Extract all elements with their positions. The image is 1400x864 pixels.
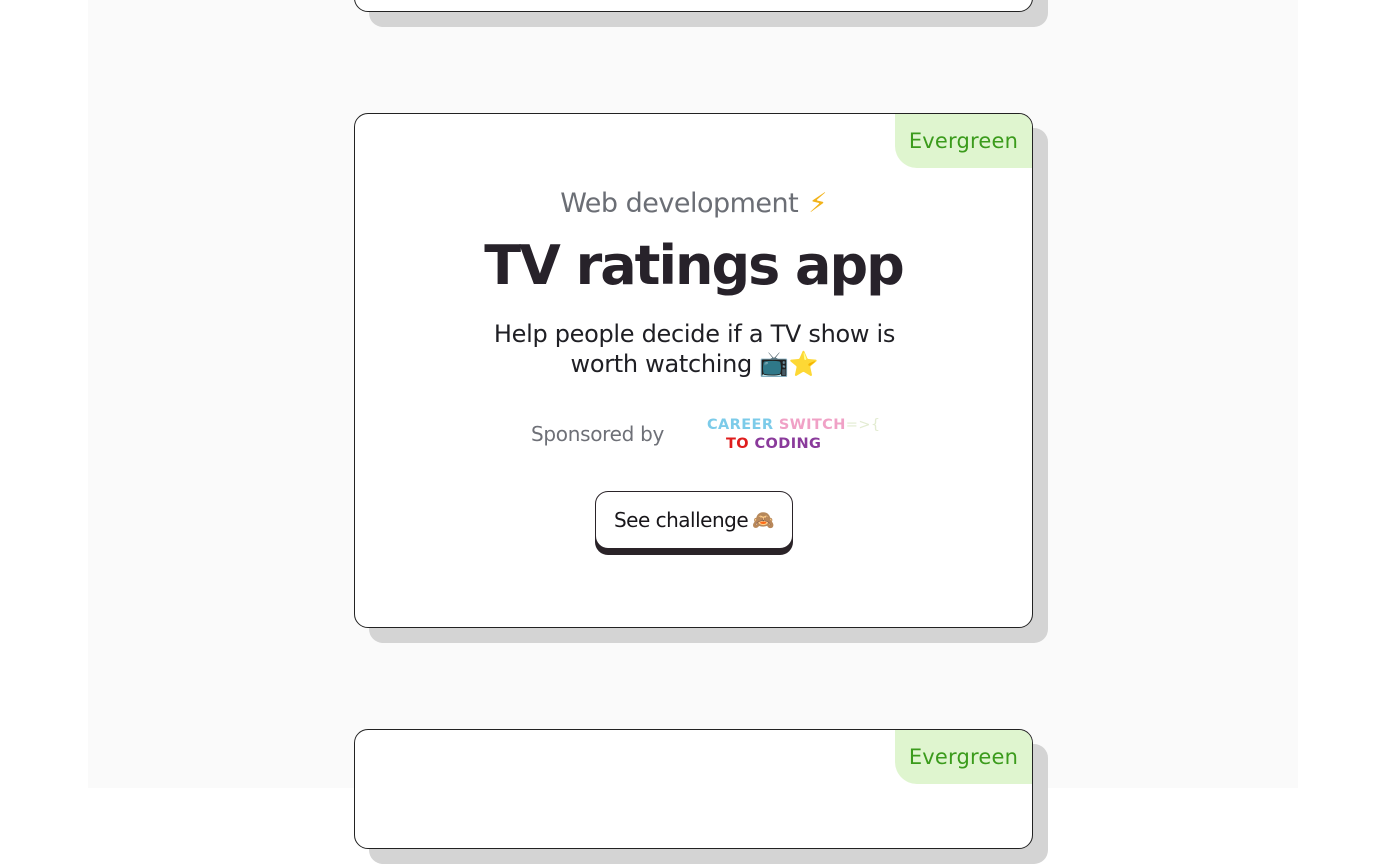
card-body	[354, 0, 1033, 12]
sponsor-logo-to: TO	[726, 436, 750, 452]
sponsor-label: Sponsored by	[531, 422, 665, 446]
see-challenge-button-wrap: See challenge 🙈	[595, 491, 793, 555]
see-challenge-button[interactable]: See challenge 🙈	[595, 491, 793, 549]
sponsor-logo-career: CAREER	[707, 417, 774, 433]
see-challenge-label: See challenge	[613, 508, 749, 532]
sponsor-logo-line-2: TO CODING	[726, 435, 867, 454]
evergreen-badge: Evergreen	[895, 114, 1032, 168]
category-label: Web development ⚡	[355, 188, 1032, 219]
sponsor-logo-switch: SWITCH	[778, 417, 846, 433]
challenge-card: Evergreen Web development ⚡ TV ratings a…	[354, 113, 1048, 643]
sponsor-logo[interactable]: CAREER SWITCH=>{ TO CODING	[707, 416, 880, 454]
sponsor-logo-coding: CODING	[754, 436, 822, 452]
card-body: Evergreen Web development ⚡ TV ratings a…	[354, 113, 1033, 628]
sponsor-logo-arrow: =>{	[845, 417, 881, 433]
sponsor-row: Sponsored by CAREER SWITCH=>{ TO CODING	[355, 414, 1032, 458]
challenge-card-next: Evergreen	[354, 729, 1048, 864]
challenge-card-previous	[354, 0, 1048, 27]
evergreen-badge: Evergreen	[895, 730, 1032, 784]
challenge-description: Help people decide if a TV show is worth…	[493, 320, 896, 378]
lightning-icon: ⚡	[808, 188, 827, 219]
see-no-evil-monkey-icon: 🙈	[752, 509, 775, 531]
sponsor-logo-line-1: CAREER SWITCH=>{	[707, 416, 880, 435]
card-body: Evergreen	[354, 729, 1033, 849]
challenge-title: TV ratings app	[484, 234, 905, 297]
category-text: Web development	[560, 188, 799, 219]
